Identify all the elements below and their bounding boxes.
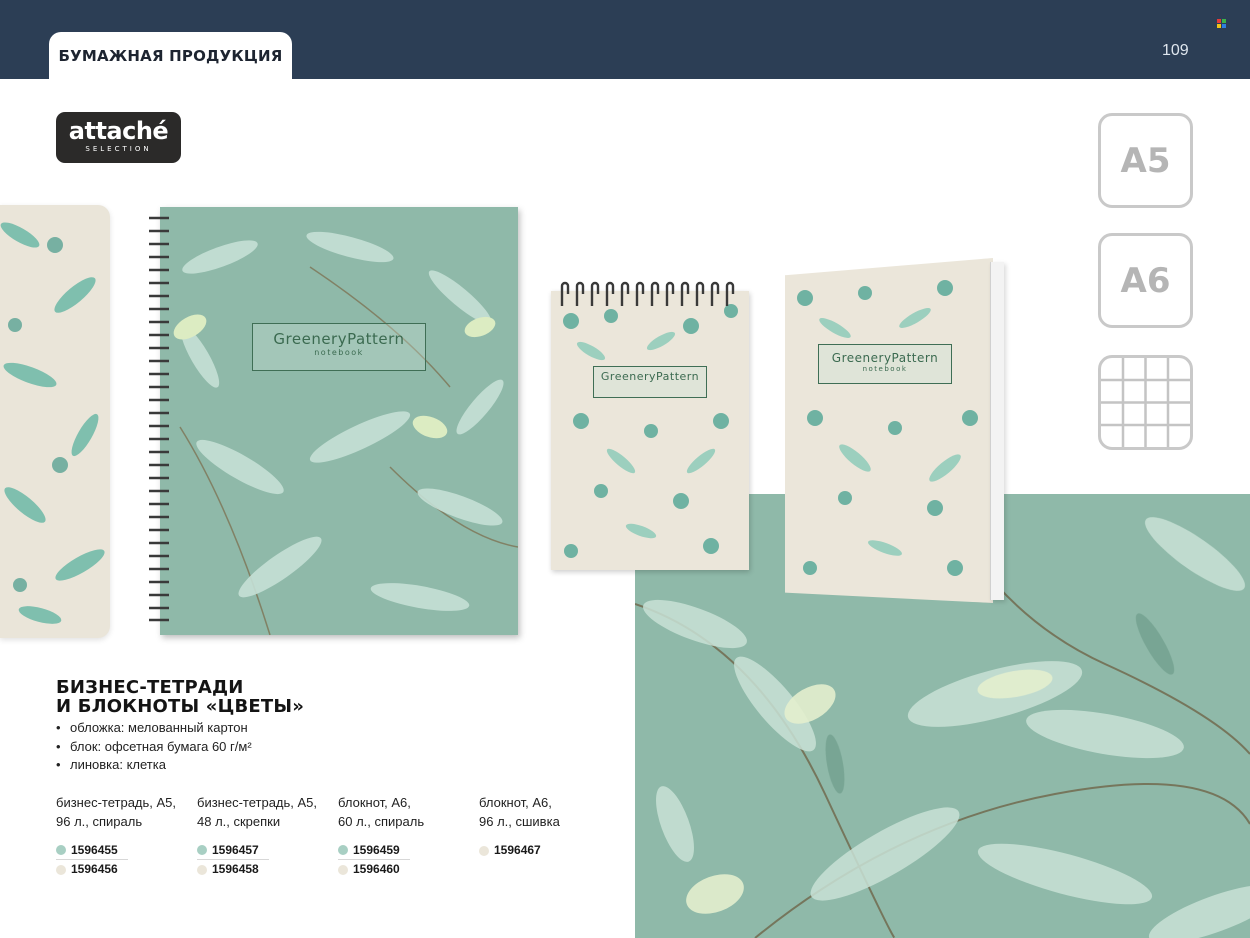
brand-name: attaché xyxy=(68,117,169,145)
variant-description: бизнес-тетрадь, А5, 48 л., скрепки xyxy=(197,793,337,841)
section-tab: БУМАЖНАЯ ПРОДУКЦИЯ xyxy=(49,32,292,79)
cream-color-swatch xyxy=(197,864,207,875)
cover-label-title: GreeneryPattern xyxy=(600,370,700,383)
cream-color-swatch xyxy=(338,864,348,875)
article-code: 1596460 xyxy=(338,860,478,879)
brand-sub: SELECTION xyxy=(85,145,152,153)
variant-line2: 96 л., сшивка xyxy=(479,814,560,829)
feature-item: обложка: мелованный картон xyxy=(56,719,252,738)
cover-label-title: GreeneryPattern xyxy=(273,330,405,348)
variant-line1: бизнес-тетрадь, А5, xyxy=(197,795,318,810)
variant-line2: 48 л., скрепки xyxy=(197,814,281,829)
notebook-cover-partial xyxy=(0,205,110,638)
page-number: 109 xyxy=(1162,42,1189,59)
article-code: 1596458 xyxy=(197,860,337,879)
notepad-a6-spiral: GreeneryPattern xyxy=(551,291,749,570)
product-title: БИЗНЕС-ТЕТРАДИ И БЛОКНОТЫ «ЦВЕТЫ» xyxy=(56,678,304,716)
cover-label: GreeneryPattern notebook xyxy=(818,344,952,384)
cover-label-sub: notebook xyxy=(314,348,364,357)
variant-line1: блокнот, А6, xyxy=(479,795,552,810)
feature-list: обложка: мелованный картон блок: офсетна… xyxy=(56,719,252,775)
article-code: 1596455 xyxy=(56,841,128,860)
notebook-a5-spiral: GreeneryPattern notebook xyxy=(160,207,518,635)
notebook-a6-stitched: GreeneryPattern notebook xyxy=(785,258,993,603)
variant-a6-stitched: блокнот, А6, 96 л., сшивка 1596467 xyxy=(479,793,619,860)
cover-label-sub: notebook xyxy=(862,365,908,373)
article-code: 1596467 xyxy=(479,841,619,860)
feature-item: линовка: клетка xyxy=(56,756,252,775)
cream-color-swatch xyxy=(56,864,66,875)
cream-color-swatch xyxy=(479,845,489,856)
variant-line2: 96 л., спираль xyxy=(56,814,143,829)
corner-mark-icon xyxy=(1217,19,1226,28)
format-badge-a5: A5 xyxy=(1098,113,1193,208)
mint-color-swatch xyxy=(197,845,207,855)
spiral-binding xyxy=(149,216,169,622)
article-code: 1596459 xyxy=(338,841,410,860)
article-code: 1596457 xyxy=(197,841,269,860)
variant-description: блокнот, А6, 60 л., спираль xyxy=(338,793,478,841)
grid-ruling-icon xyxy=(1098,355,1193,450)
cover-label: GreeneryPattern notebook xyxy=(252,323,426,371)
mint-color-swatch xyxy=(56,845,66,855)
notebook-spine xyxy=(990,262,1004,600)
variant-a6-spiral: блокнот, А6, 60 л., спираль 1596459 1596… xyxy=(338,793,478,879)
header-bar: БУМАЖНАЯ ПРОДУКЦИЯ 109 xyxy=(0,0,1250,79)
product-title-line1: БИЗНЕС-ТЕТРАДИ xyxy=(56,677,244,698)
variant-description: бизнес-тетрадь, А5, 96 л., спираль xyxy=(56,793,196,841)
variant-line1: блокнот, А6, xyxy=(338,795,411,810)
variant-line2: 60 л., спираль xyxy=(338,814,425,829)
cover-label: GreeneryPattern xyxy=(593,366,707,398)
article-code: 1596456 xyxy=(56,860,196,879)
brand-logo: attaché SELECTION xyxy=(56,112,181,163)
variant-line1: бизнес-тетрадь, А5, xyxy=(56,795,177,810)
format-badge-a6: A6 xyxy=(1098,233,1193,328)
feature-item: блок: офсетная бумага 60 г/м² xyxy=(56,738,252,757)
variant-a5-spiral: бизнес-тетрадь, А5, 96 л., спираль 15964… xyxy=(56,793,196,879)
variant-description: блокнот, А6, 96 л., сшивка xyxy=(479,793,619,841)
spiral-binding xyxy=(560,281,735,306)
cover-label-title: GreeneryPattern xyxy=(831,351,939,365)
mint-color-swatch xyxy=(338,845,348,855)
product-title-line2: И БЛОКНОТЫ «ЦВЕТЫ» xyxy=(56,696,305,717)
variant-a5-staples: бизнес-тетрадь, А5, 48 л., скрепки 15964… xyxy=(197,793,337,879)
